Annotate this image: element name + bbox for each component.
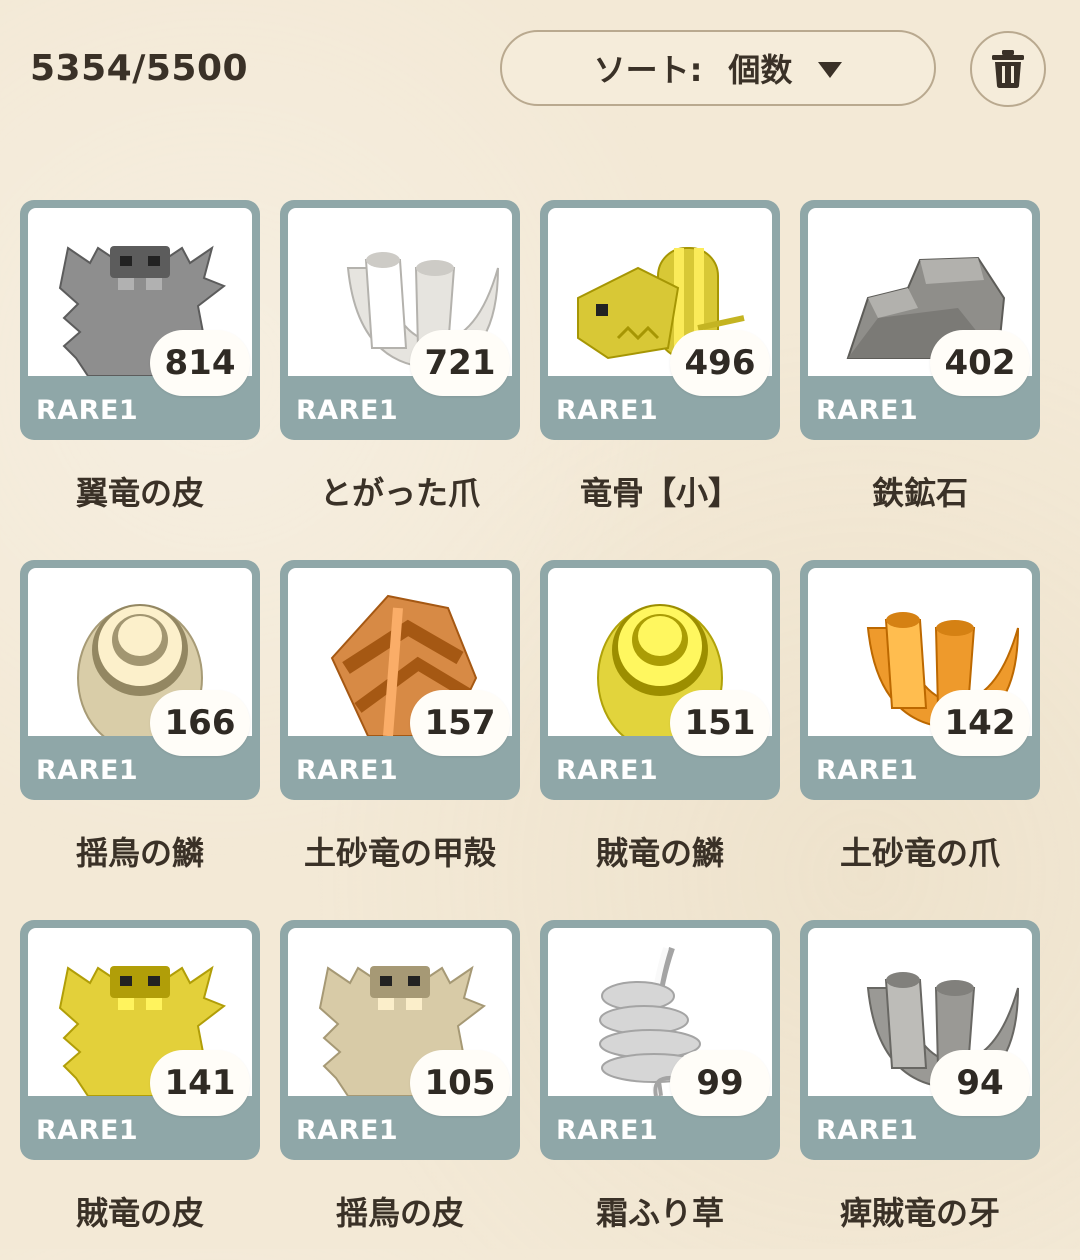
material-item[interactable]: 496 RARE1 竜骨【小】 bbox=[540, 200, 780, 540]
material-card[interactable]: 142 RARE1 bbox=[800, 560, 1040, 800]
material-name: 土砂竜の爪 bbox=[839, 834, 1000, 872]
rarity-label: RARE1 bbox=[816, 395, 919, 426]
quantity-badge: 151 bbox=[670, 690, 770, 756]
quantity-badge: 496 bbox=[670, 330, 770, 396]
material-name: 竜骨【小】 bbox=[579, 474, 740, 512]
rarity-label: RARE1 bbox=[296, 755, 399, 786]
material-name: 賊竜の鱗 bbox=[595, 834, 724, 872]
quantity-badge: 157 bbox=[410, 690, 510, 756]
quantity-badge: 142 bbox=[930, 690, 1030, 756]
material-card[interactable]: 166 RARE1 bbox=[20, 560, 260, 800]
material-name: 土砂竜の甲殻 bbox=[303, 834, 496, 872]
material-item[interactable]: 157 RARE1 土砂竜の甲殻 bbox=[280, 560, 520, 900]
trash-icon bbox=[992, 50, 1024, 88]
material-item[interactable]: 402 RARE1 鉄鉱石 bbox=[800, 200, 1040, 540]
material-item[interactable]: 94 RARE1 痺賊竜の牙 bbox=[800, 920, 1040, 1260]
material-card[interactable]: 94 RARE1 bbox=[800, 920, 1040, 1160]
quantity-badge: 814 bbox=[150, 330, 250, 396]
material-item[interactable]: 151 RARE1 賊竜の鱗 bbox=[540, 560, 780, 900]
dropdown-arrow-icon bbox=[818, 62, 843, 78]
material-card[interactable]: 105 RARE1 bbox=[280, 920, 520, 1160]
material-name: 揺鳥の鱗 bbox=[75, 834, 204, 872]
material-card[interactable]: 151 RARE1 bbox=[540, 560, 780, 800]
material-card[interactable]: 141 RARE1 bbox=[20, 920, 260, 1160]
material-name: 賊竜の皮 bbox=[75, 1194, 204, 1232]
material-item[interactable]: 99 RARE1 霜ふり草 bbox=[540, 920, 780, 1260]
material-card[interactable]: 402 RARE1 bbox=[800, 200, 1040, 440]
material-item[interactable]: 721 RARE1 とがった爪 bbox=[280, 200, 520, 540]
material-name: 鉄鉱石 bbox=[871, 474, 968, 512]
trash-button[interactable] bbox=[970, 31, 1046, 107]
quantity-badge: 105 bbox=[410, 1050, 510, 1116]
sort-dropdown[interactable]: ソート: 個数 bbox=[500, 30, 936, 106]
material-name: 霜ふり草 bbox=[595, 1194, 724, 1232]
sort-label: ソート: bbox=[593, 51, 703, 89]
material-card[interactable]: 721 RARE1 bbox=[280, 200, 520, 440]
quantity-badge: 721 bbox=[410, 330, 510, 396]
sort-value: 個数 bbox=[728, 51, 793, 89]
material-item[interactable]: 166 RARE1 揺鳥の鱗 bbox=[20, 560, 260, 900]
rarity-label: RARE1 bbox=[296, 395, 399, 426]
rarity-label: RARE1 bbox=[816, 1115, 919, 1146]
material-name: 揺鳥の皮 bbox=[335, 1194, 464, 1232]
quantity-badge: 94 bbox=[930, 1050, 1030, 1116]
rarity-label: RARE1 bbox=[36, 755, 139, 786]
material-card[interactable]: 814 RARE1 bbox=[20, 200, 260, 440]
material-card[interactable]: 99 RARE1 bbox=[540, 920, 780, 1160]
material-name: 痺賊竜の牙 bbox=[839, 1194, 1000, 1232]
material-item[interactable]: 141 RARE1 賊竜の皮 bbox=[20, 920, 260, 1260]
material-card[interactable]: 496 RARE1 bbox=[540, 200, 780, 440]
rarity-label: RARE1 bbox=[556, 755, 659, 786]
inventory-capacity: 5354/5500 bbox=[30, 48, 249, 89]
rarity-label: RARE1 bbox=[556, 395, 659, 426]
material-card[interactable]: 157 RARE1 bbox=[280, 560, 520, 800]
quantity-badge: 141 bbox=[150, 1050, 250, 1116]
material-name: 翼竜の皮 bbox=[75, 474, 204, 512]
top-bar: 5354/5500 ソート: 個数 bbox=[0, 0, 1080, 140]
rarity-label: RARE1 bbox=[296, 1115, 399, 1146]
quantity-badge: 402 bbox=[930, 330, 1030, 396]
rarity-label: RARE1 bbox=[36, 395, 139, 426]
material-item[interactable]: 105 RARE1 揺鳥の皮 bbox=[280, 920, 520, 1260]
rarity-label: RARE1 bbox=[556, 1115, 659, 1146]
quantity-badge: 166 bbox=[150, 690, 250, 756]
rarity-label: RARE1 bbox=[36, 1115, 139, 1146]
material-name: とがった爪 bbox=[319, 474, 480, 512]
material-item[interactable]: 142 RARE1 土砂竜の爪 bbox=[800, 560, 1040, 900]
rarity-label: RARE1 bbox=[816, 755, 919, 786]
material-item[interactable]: 814 RARE1 翼竜の皮 bbox=[20, 200, 260, 540]
quantity-badge: 99 bbox=[670, 1050, 770, 1116]
